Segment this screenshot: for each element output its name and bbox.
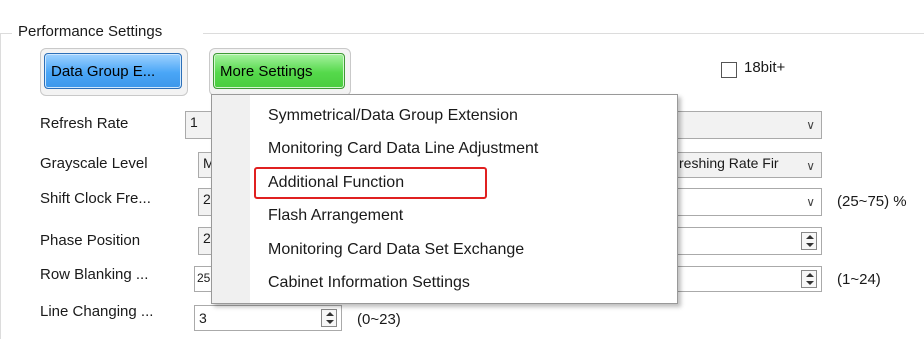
row-blanking-range: (1~24): [837, 271, 881, 288]
18bit-checkbox[interactable]: [721, 62, 737, 78]
shift-clock-range: (25~75) %: [837, 193, 907, 210]
refresh-rate-label: Refresh Rate: [40, 115, 129, 132]
group-border: [0, 33, 1, 339]
line-changing-label: Line Changing ...: [40, 303, 154, 320]
spin-arrows-icon[interactable]: [801, 232, 817, 250]
highlight-box: [254, 167, 487, 199]
spin-arrows-icon[interactable]: [801, 270, 817, 288]
line-changing-range: (0~23): [357, 311, 401, 328]
more-settings-button[interactable]: More Settings: [213, 53, 345, 89]
menu-item-symmetrical-data-group-extension[interactable]: Symmetrical/Data Group Extension: [268, 107, 518, 125]
refreshing-rate-select[interactable]: reshing Rate Fir ∨: [676, 152, 822, 178]
menu-item-cabinet-information-settings[interactable]: Cabinet Information Settings: [268, 274, 470, 292]
18bit-checkbox-label: 18bit+: [744, 59, 786, 76]
group-border: [203, 33, 924, 34]
menu-gutter: [212, 95, 250, 303]
chevron-down-icon: ∨: [806, 118, 815, 132]
chevron-down-icon: ∨: [806, 195, 815, 209]
menu-item-monitoring-card-data-line-adjustment[interactable]: Monitoring Card Data Line Adjustment: [268, 140, 538, 158]
menu-item-monitoring-card-data-set-exchange[interactable]: Monitoring Card Data Set Exchange: [268, 241, 524, 259]
row-blanking-label: Row Blanking ...: [40, 266, 149, 283]
menu-item-flash-arrangement[interactable]: Flash Arrangement: [268, 207, 403, 225]
grayscale-level-label: Grayscale Level: [40, 155, 148, 172]
data-group-button[interactable]: Data Group E...: [44, 53, 182, 89]
chevron-down-icon: ∨: [806, 159, 815, 173]
group-title: Performance Settings: [16, 23, 165, 40]
shift-clock-label: Shift Clock Fre...: [40, 190, 151, 207]
spin-arrows-icon[interactable]: [321, 309, 337, 327]
line-changing-input[interactable]: 3: [194, 305, 342, 331]
group-border: [0, 33, 12, 34]
phase-position-label: Phase Position: [40, 232, 141, 249]
more-settings-menu: Symmetrical/Data Group Extension Monitor…: [211, 94, 678, 304]
